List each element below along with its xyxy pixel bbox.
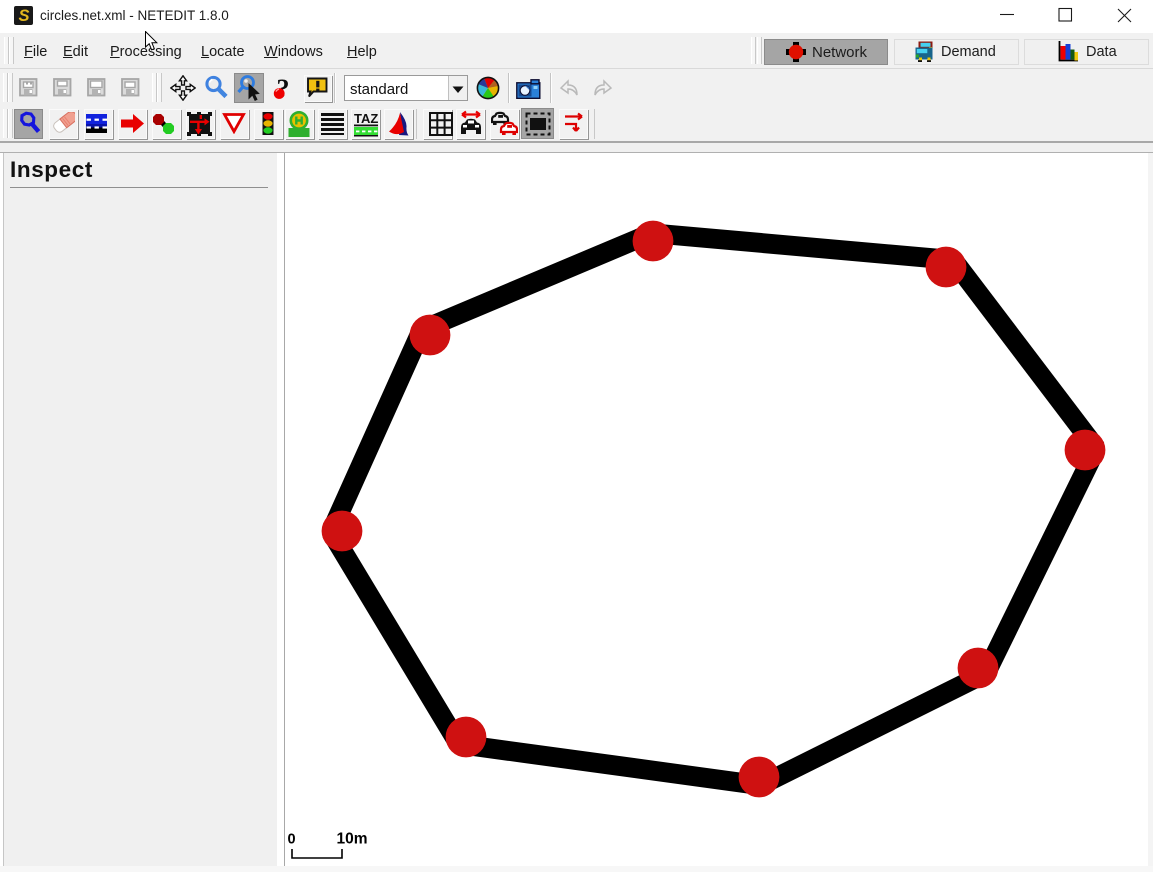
svg-text:0: 0 bbox=[288, 832, 296, 848]
svg-text:S: S bbox=[19, 7, 30, 25]
svg-text:10m: 10m bbox=[337, 831, 368, 848]
svg-text:TAZ: TAZ bbox=[354, 111, 378, 126]
